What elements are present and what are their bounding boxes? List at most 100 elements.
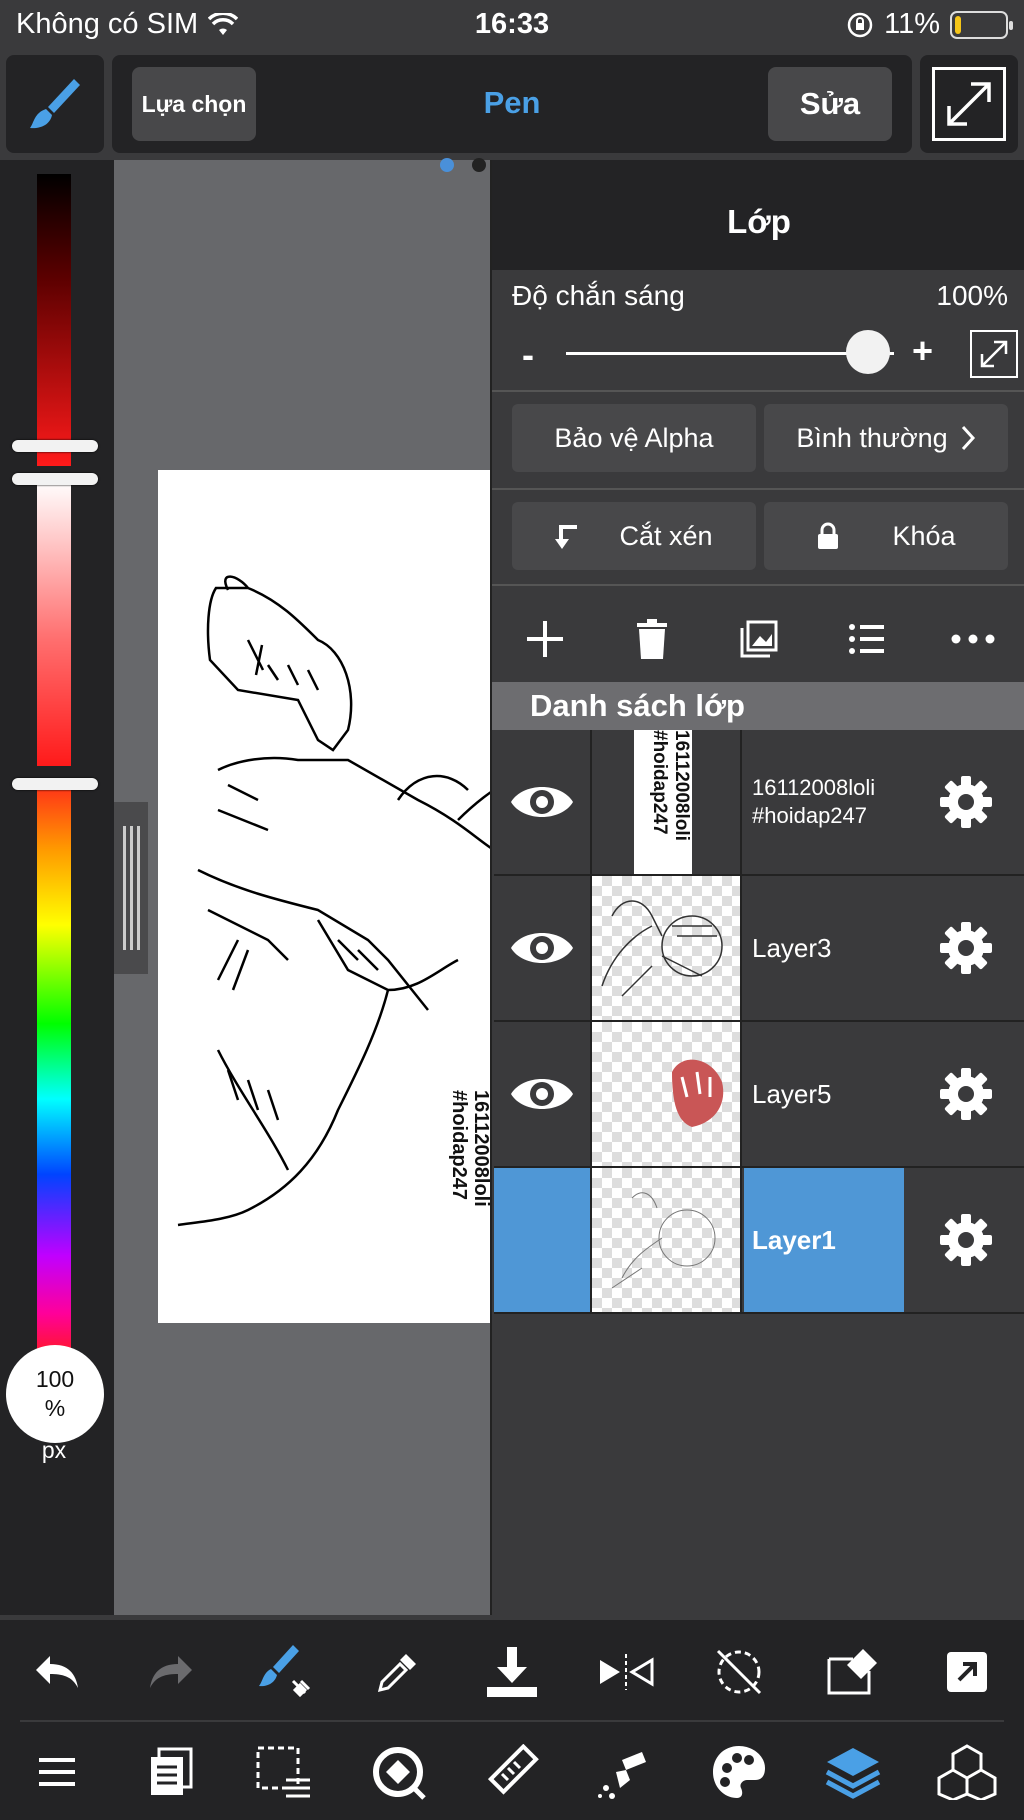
layer-list-header: Danh sách lớp xyxy=(492,682,1024,730)
share-button[interactable] xyxy=(927,1632,1007,1712)
layer-row-active[interactable]: Layer1 xyxy=(494,1168,1024,1314)
eye-icon xyxy=(511,933,573,963)
undo-icon xyxy=(35,1656,78,1688)
brush-tool-button[interactable] xyxy=(6,55,104,153)
lock-label: Khóa xyxy=(892,520,956,551)
delete-layer-icon xyxy=(637,619,668,659)
brush-opacity-value: 100 xyxy=(35,1366,75,1392)
layer-visibility-toggle[interactable] xyxy=(494,730,592,874)
layer-thumbnail xyxy=(592,1168,742,1312)
lock-button[interactable]: Khóa xyxy=(764,502,1008,570)
layer-row[interactable]: Layer3 xyxy=(494,876,1024,1022)
layer-name: Layer5 xyxy=(752,1079,832,1109)
opacity-slider-knob[interactable] xyxy=(846,330,890,374)
opacity-expand-button[interactable] xyxy=(970,330,1018,378)
grip-line xyxy=(122,826,126,950)
brush-transform-button[interactable] xyxy=(244,1632,324,1712)
expand-icon xyxy=(932,67,1006,141)
status-right: 11% xyxy=(846,8,1013,41)
saturation-gradient[interactable] xyxy=(37,480,71,766)
fill-button[interactable] xyxy=(586,1732,666,1812)
transform-button[interactable] xyxy=(358,1732,438,1812)
opacity-increase-button[interactable]: + xyxy=(912,330,933,372)
expand-icon xyxy=(980,340,1008,368)
rotate-reset-icon xyxy=(717,1649,762,1695)
grip-line xyxy=(129,826,133,950)
delete-layer-button[interactable] xyxy=(622,609,682,669)
menu-button[interactable] xyxy=(17,1732,97,1812)
alpha-protect-label: Bảo vệ Alpha xyxy=(554,422,714,453)
thumbnail-text-line1: 16112008loli xyxy=(671,730,692,841)
save-button[interactable] xyxy=(472,1632,552,1712)
bottom-toolbar xyxy=(0,1620,1024,1820)
page-indicator xyxy=(440,158,486,172)
layers-button[interactable] xyxy=(813,1732,893,1812)
redo-button[interactable] xyxy=(131,1632,211,1712)
top-toolbar: Lựa chọn Pen Sửa xyxy=(112,55,912,153)
flip-button[interactable] xyxy=(586,1632,666,1712)
3d-model-button[interactable] xyxy=(927,1732,1007,1812)
app-root: Không có SIM 16:33 11% Lựa chọn Pen Sửa … xyxy=(0,0,1024,1820)
layer-list-button[interactable] xyxy=(836,609,896,669)
layer-name: Layer3 xyxy=(752,933,832,963)
eraser-select-icon xyxy=(827,1649,878,1695)
layer-settings-button[interactable] xyxy=(906,1022,1024,1166)
clipping-button[interactable]: Cắt xén xyxy=(512,502,756,570)
divider xyxy=(492,488,1024,490)
layer-visibility-toggle[interactable] xyxy=(494,1168,592,1312)
gear-icon xyxy=(940,1214,992,1266)
layer-visibility-toggle[interactable] xyxy=(494,876,592,1020)
layer-actions xyxy=(492,586,1024,692)
opacity-decrease-button[interactable]: - xyxy=(522,334,534,376)
canvas-watermark-line1: 16112008loli xyxy=(470,1090,492,1207)
import-image-button[interactable] xyxy=(729,609,789,669)
opacity-label: Độ chắn sáng xyxy=(512,280,685,311)
layer-list-icon xyxy=(848,624,884,654)
pages-button[interactable] xyxy=(131,1732,211,1812)
blend-mode-button[interactable]: Bình thường xyxy=(764,404,1008,472)
brush-transform-icon xyxy=(259,1645,311,1698)
layer-settings-button[interactable] xyxy=(906,1168,1024,1312)
pages-icon xyxy=(150,1747,193,1795)
ruler-button[interactable] xyxy=(472,1732,552,1812)
edit-button[interactable]: Sửa xyxy=(768,67,892,141)
hue-handle[interactable] xyxy=(12,778,98,790)
brightness-handle[interactable] xyxy=(12,440,98,452)
fullscreen-button[interactable] xyxy=(920,55,1018,153)
eye-icon xyxy=(511,787,573,817)
undo-button[interactable] xyxy=(17,1632,97,1712)
brightness-gradient[interactable] xyxy=(37,174,71,466)
eraser-select-button[interactable] xyxy=(813,1632,893,1712)
color-sidebar: 2.0 px 100 % xyxy=(0,160,114,1615)
add-layer-button[interactable] xyxy=(515,609,575,669)
layer-panel: Lớp Độ chắn sáng 100% - + Bảo vệ Alpha B… xyxy=(490,160,1024,1615)
blend-mode-label: Bình thường xyxy=(796,422,948,453)
more-button[interactable] xyxy=(943,609,1003,669)
divider xyxy=(20,1720,1004,1722)
opacity-slider-track[interactable] xyxy=(566,352,894,355)
divider xyxy=(492,390,1024,392)
sidebar-pull-tab[interactable] xyxy=(114,802,148,974)
saturation-handle[interactable] xyxy=(12,473,98,485)
eye-icon xyxy=(511,1079,573,1109)
layer-settings-button[interactable] xyxy=(906,876,1024,1020)
layers-icon xyxy=(826,1748,881,1799)
brush-opacity-indicator[interactable]: 100 % xyxy=(6,1345,104,1443)
rotate-reset-button[interactable] xyxy=(699,1632,779,1712)
layer-settings-button[interactable] xyxy=(906,730,1024,874)
eyedropper-button[interactable] xyxy=(358,1632,438,1712)
share-icon xyxy=(947,1652,987,1692)
palette-button[interactable] xyxy=(699,1732,779,1812)
hue-gradient[interactable] xyxy=(37,780,71,1360)
alpha-protect-button[interactable]: Bảo vệ Alpha xyxy=(512,404,756,472)
thumbnail-text-line2: #hoidap247 xyxy=(649,730,670,835)
layer-row[interactable]: Layer5 xyxy=(494,1022,1024,1168)
battery-text: 11% xyxy=(884,8,940,40)
selection-tool-button[interactable] xyxy=(244,1732,324,1812)
layer-visibility-toggle[interactable] xyxy=(494,1022,592,1166)
bottom-toolbar-row-2 xyxy=(0,1732,1024,1812)
download-icon xyxy=(486,1647,537,1697)
gear-icon xyxy=(940,922,992,974)
page-dot xyxy=(472,158,486,172)
layer-row[interactable]: 16112008loli #hoidap247 16112008loli #ho… xyxy=(494,730,1024,876)
